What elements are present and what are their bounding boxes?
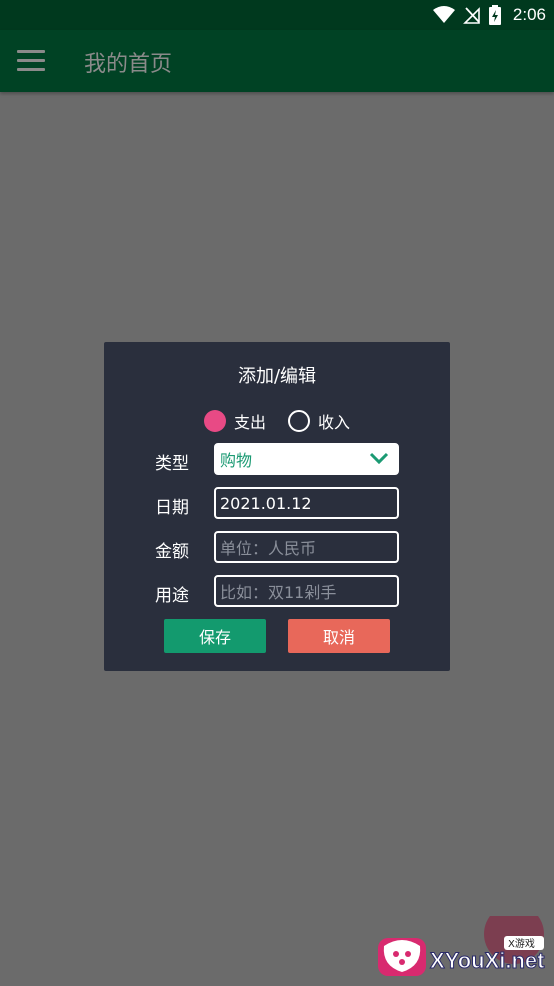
hamburger-line [17, 50, 45, 53]
app-bar: 我的首页 [0, 30, 554, 92]
chevron-down-icon [369, 452, 389, 465]
date-field[interactable]: 2021.01.12 [214, 487, 399, 519]
watermark-badge: X游戏 [508, 937, 535, 950]
wifi-icon [432, 6, 455, 23]
add-edit-dialog: 添加/编辑 支出 收入 类型 购物 日期 2021.01.12 金额 单位：人民… [104, 342, 450, 671]
dialog-title: 添加/编辑 [237, 366, 317, 387]
radio-income[interactable]: 收入 [288, 409, 350, 433]
hamburger-line [17, 59, 45, 62]
type-select[interactable]: 购物 [214, 443, 399, 475]
type-label: 类型 [155, 454, 189, 474]
cancel-button[interactable]: 取消 [288, 619, 390, 653]
status-bar: 2:06 [0, 0, 554, 30]
status-icons: 2:06 [432, 3, 546, 27]
amount-input[interactable]: 单位：人民币 [214, 531, 399, 563]
radio-income-label: 收入 [318, 413, 351, 432]
usage-input[interactable]: 比如：双11剁手 [214, 575, 399, 607]
date-value: 2021.01.12 [220, 493, 312, 513]
menu-button[interactable] [16, 48, 48, 74]
radio-expense[interactable]: 支出 [204, 409, 266, 433]
watermark-logo: XYouXi.net X游戏 [378, 904, 548, 976]
type-select-value: 购物 [220, 451, 253, 470]
hamburger-line [17, 68, 45, 71]
date-label: 日期 [155, 498, 189, 518]
watermark-graphic: XYouXi.net X游戏 [378, 904, 546, 976]
radio-unchecked-icon [288, 410, 311, 432]
battery-icon [488, 5, 501, 25]
no-signal-icon [462, 7, 480, 24]
status-time: 2:06 [512, 5, 546, 24]
page-title: 我的首页 [84, 52, 173, 77]
radio-expense-label: 支出 [234, 413, 267, 432]
type-radio-group: 支出 收入 [204, 409, 350, 433]
amount-label: 金额 [155, 542, 189, 562]
usage-placeholder: 比如：双11剁手 [220, 583, 337, 602]
watermark-text: XYouXi.net [430, 948, 545, 973]
save-button[interactable]: 保存 [164, 619, 266, 653]
radio-checked-icon [204, 410, 226, 432]
usage-label: 用途 [155, 586, 189, 606]
amount-placeholder: 单位：人民币 [220, 539, 317, 558]
